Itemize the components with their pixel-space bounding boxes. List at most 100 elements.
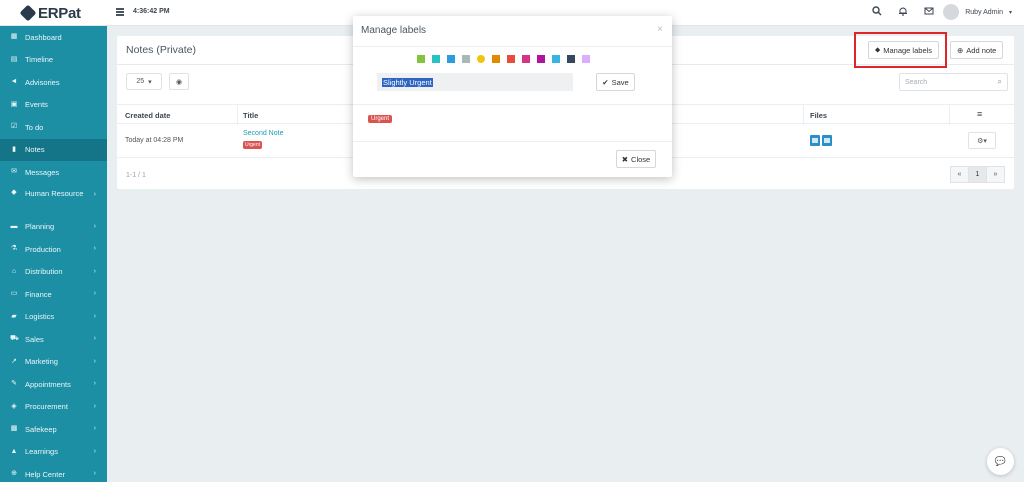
sidebar-item-events[interactable]: ▣ Events <box>0 94 107 117</box>
megaphone-icon: ◄ <box>10 78 18 86</box>
dashboard-icon: ▦ <box>10 33 18 41</box>
chevron-right-icon: › <box>93 312 96 320</box>
existing-label-badge[interactable]: Urgent <box>368 115 393 123</box>
chevron-right-icon: › <box>93 290 96 297</box>
logo-mark-icon <box>19 4 37 22</box>
note-title-link[interactable]: Second Note <box>243 130 283 137</box>
modal-title: Manage labels <box>361 25 427 36</box>
page-1-button[interactable]: 1 <box>968 166 987 183</box>
sidebar-item-label: Production <box>25 244 61 254</box>
prev-page-button[interactable]: « <box>950 166 969 183</box>
sidebar-item-timeline[interactable]: ▤ Timeline <box>0 49 107 72</box>
cubes-icon: ◈ <box>11 402 17 410</box>
color-swatch[interactable] <box>477 55 485 63</box>
users-icon: ◆ <box>11 188 17 196</box>
chevron-right-icon: › <box>93 402 96 410</box>
sidebar-item-learnings[interactable]: ▲ Learnings › <box>0 441 107 464</box>
chat-icon[interactable]: 💬 <box>987 448 1014 475</box>
sidebar-item-label: Appointments <box>25 379 71 389</box>
sidebar-item-to-do[interactable]: ☑ To do <box>0 116 107 139</box>
column-created-date[interactable]: Created date <box>125 111 170 120</box>
graduation-cap-icon: ▲ <box>10 447 18 455</box>
color-swatch[interactable] <box>507 55 515 63</box>
caret-icon: ▾ <box>148 78 152 86</box>
sidebar-item-finance[interactable]: ▭ Finance › <box>0 283 107 306</box>
briefcase-icon: ▬ <box>10 222 18 230</box>
user-menu[interactable]: Ruby Admin ▾ <box>943 4 1012 20</box>
next-page-button[interactable]: » <box>986 166 1005 183</box>
chevron-right-icon: › <box>93 357 96 365</box>
manage-labels-modal: Manage labels × Slightly Urgent ✔ Save U… <box>353 16 672 177</box>
color-swatch[interactable] <box>462 55 470 63</box>
sidebar-item-help-center[interactable]: ⊕ Help Center › <box>0 463 107 482</box>
color-swatch[interactable] <box>417 55 425 63</box>
page-title: Notes (Private) <box>126 44 197 56</box>
image-file-icon[interactable] <box>822 135 832 146</box>
row-actions-button[interactable]: ⚙▾ <box>968 132 996 149</box>
sidebar-item-safekeep[interactable]: ▩ Safekeep › <box>0 418 107 441</box>
sidebar: ▦ Dashboard ▤ Timeline ◄ Advisories ▣ Events ☑ To… <box>0 26 107 482</box>
times-icon: ✖ <box>621 154 629 164</box>
menu-toggle-icon[interactable] <box>116 8 124 16</box>
sidebar-item-planning[interactable]: ▬ Planning › <box>0 216 107 239</box>
sidebar-item-label: Logistics <box>25 312 55 322</box>
column-visibility-button[interactable]: ◉ <box>169 73 189 90</box>
color-swatch[interactable] <box>582 55 590 63</box>
cart-icon: ⛟ <box>10 335 19 343</box>
close-icon[interactable]: × <box>657 24 663 35</box>
save-button[interactable]: ✔ Save <box>596 73 635 91</box>
page-size-select[interactable]: 25 ▾ <box>126 73 162 90</box>
add-note-button[interactable]: ⊕ Add note <box>950 41 1004 59</box>
sidebar-item-human-resource[interactable]: ◆ Human Resource › <box>0 184 107 216</box>
clock: 4:36:42 PM <box>133 8 170 15</box>
sidebar-item-label: To do <box>25 122 44 132</box>
color-swatch[interactable] <box>492 55 500 63</box>
color-swatch[interactable] <box>447 55 455 63</box>
mail-icon[interactable] <box>923 6 934 17</box>
search-input[interactable]: Search ⌕ <box>899 73 1008 91</box>
sidebar-item-label: Dashboard <box>25 32 62 42</box>
sidebar-item-notes[interactable]: ▮ Notes <box>0 138 107 161</box>
color-swatch[interactable] <box>552 55 560 63</box>
chevron-right-icon: › <box>93 335 96 342</box>
avatar <box>943 4 960 20</box>
color-swatch[interactable] <box>567 55 575 63</box>
sidebar-item-dashboard[interactable]: ▦ Dashboard <box>0 26 107 49</box>
logo[interactable]: ERPat <box>19 4 110 22</box>
sidebar-item-logistics[interactable]: ▰ Logistics › <box>0 306 107 329</box>
highlight-box <box>854 32 947 68</box>
sidebar-item-distribution[interactable]: ⌂ Distribution › <box>0 261 107 284</box>
checkbox-icon: ☑ <box>10 123 18 131</box>
sidebar-item-label: Marketing <box>25 357 58 367</box>
check-circle-icon: ✔ <box>602 77 609 87</box>
color-swatch[interactable] <box>522 55 530 63</box>
sidebar-item-marketing[interactable]: ↗ Marketing › <box>0 351 107 374</box>
archive-icon: ▩ <box>10 425 18 433</box>
search-icon[interactable] <box>871 6 882 17</box>
column-title[interactable]: Title <box>243 111 258 120</box>
flask-icon: ⚗ <box>10 245 18 253</box>
bell-icon[interactable] <box>897 6 908 17</box>
color-swatch[interactable] <box>537 55 545 63</box>
column-options-icon[interactable]: ≡ <box>977 109 982 119</box>
sidebar-item-messages[interactable]: ✉ Messages <box>0 161 107 184</box>
sidebar-item-production[interactable]: ⚗ Production › <box>0 238 107 261</box>
bank-icon: ⌂ <box>11 267 17 275</box>
sidebar-item-label: Safekeep <box>25 424 57 434</box>
book-icon: ▮ <box>12 145 16 153</box>
color-swatch[interactable] <box>432 55 440 63</box>
chevron-right-icon: › <box>93 267 96 275</box>
column-files[interactable]: Files <box>810 111 827 120</box>
sidebar-item-advisories[interactable]: ◄ Advisories <box>0 71 107 94</box>
sidebar-item-sales[interactable]: ⛟ Sales › <box>0 328 107 351</box>
label-name-input[interactable]: Slightly Urgent <box>377 73 573 91</box>
image-file-icon[interactable] <box>810 135 820 146</box>
sidebar-item-procurement[interactable]: ◈ Procurement › <box>0 396 107 419</box>
chevron-right-icon: › <box>93 245 96 252</box>
chevron-right-icon: › <box>93 470 96 477</box>
label-badge: Urgent <box>243 141 263 149</box>
sidebar-item-label: Timeline <box>25 55 54 65</box>
sidebar-item-label: Notes <box>25 145 45 155</box>
close-button[interactable]: ✖ Close <box>616 150 656 168</box>
sidebar-item-appointments[interactable]: ✎ Appointments › <box>0 373 107 396</box>
